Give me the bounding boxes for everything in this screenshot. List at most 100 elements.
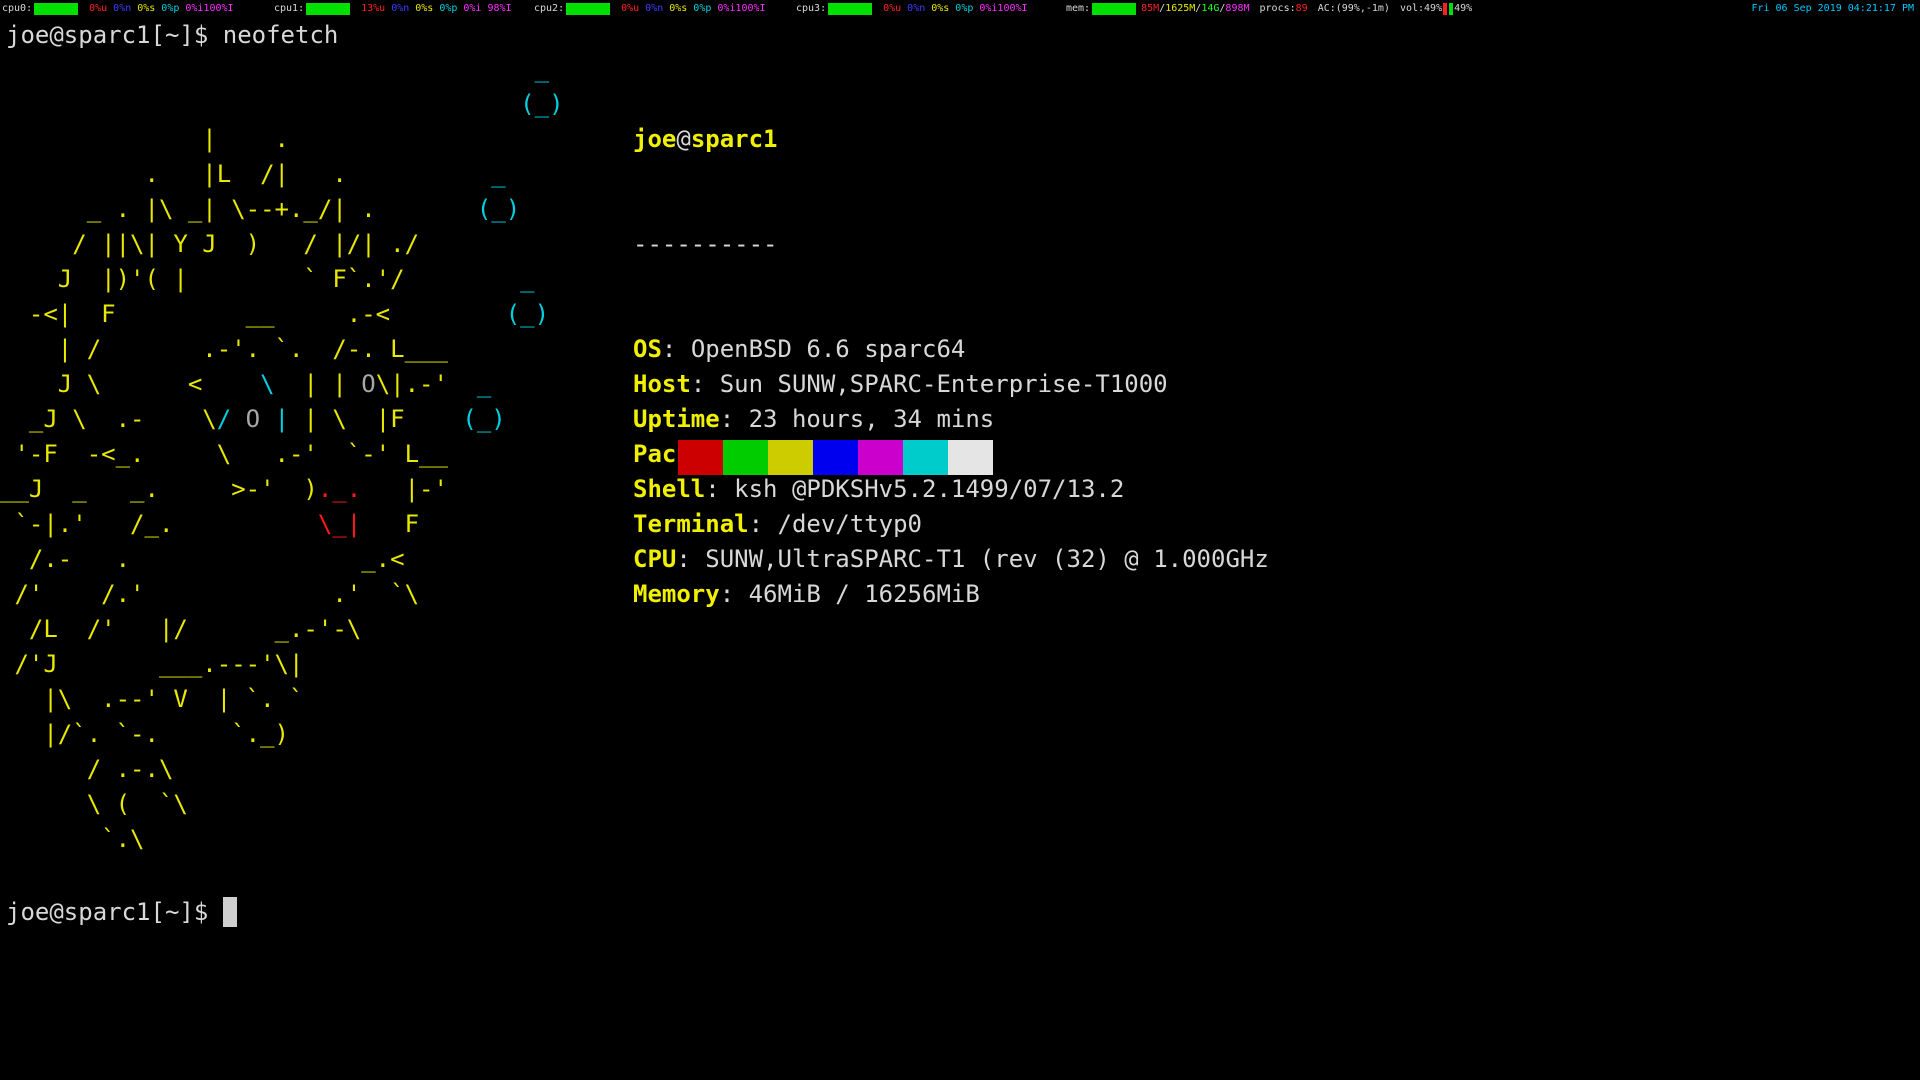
ascii-art-segment: \_| [317, 510, 362, 538]
vol-left: 49% [1424, 3, 1443, 14]
cpu-user: 0%u [883, 3, 902, 14]
info-colon: : [661, 335, 691, 363]
ascii-art-segment: '-F -<_. \ .-' `-' L__ [0, 440, 448, 468]
prompt-text: joe@sparc1[~]$ [6, 21, 223, 49]
ac-value: (99%,-1m) [1335, 3, 1390, 14]
volume-meter: vol: 49% 49% [1400, 0, 1472, 18]
cpu-user: 13%u [361, 3, 386, 14]
ascii-art-segment: | [274, 405, 290, 433]
hostname: sparc1 [690, 125, 778, 153]
ascii-art-line: / .-.\ [0, 752, 564, 787]
info-key: Shell [633, 475, 706, 503]
info-colon: : [719, 405, 749, 433]
mem-free: 14G [1201, 3, 1220, 14]
color-swatch [813, 440, 858, 475]
info-value: Sun SUNW,SPARC-Enterprise-T1000 [719, 370, 1168, 398]
ascii-art-segment: /L /' |/ _.-'-\ [0, 615, 362, 643]
cpu-usage-bar [306, 3, 351, 15]
info-row-cpu: CPU: SUNW,UltraSPARC-T1 (rev (32) @ 1.00… [633, 542, 1269, 577]
ascii-art-segment: | \ |F [289, 405, 463, 433]
ascii-art-line: | / .-'. `. /-. L___ [0, 332, 564, 367]
ascii-art-segment: F [361, 510, 420, 538]
info-row-os: OS: OpenBSD 6.6 sparc64 [633, 332, 1269, 367]
ascii-art-line: . |L /| . _ [0, 157, 564, 192]
info-colon: : [676, 545, 706, 573]
text-cursor[interactable] [222, 897, 237, 927]
prompt-line-2[interactable]: joe@sparc1[~]$ [6, 897, 237, 927]
cpu-usage-bar [566, 3, 611, 15]
ascii-art-line: -<| F __ .-< (_) [0, 297, 564, 332]
user-host-line: joe@sparc1 [633, 122, 1269, 157]
info-key: Uptime [633, 405, 720, 433]
cpu-spin: 0%p [439, 3, 458, 14]
info-key: OS [633, 335, 662, 363]
color-swatch [948, 440, 993, 475]
procs-meter: procs: 89 [1260, 0, 1308, 18]
cpu-meter: cpu3: 0%u 0%n 0%s 0%p 0%i100%I [796, 0, 1028, 18]
procs-value: 89 [1295, 3, 1308, 14]
mem-cache: 898M [1225, 3, 1250, 14]
ascii-art-line: |\ .--' V | `. ` [0, 682, 564, 717]
ascii-art-line: (_) [0, 87, 563, 122]
volume-bar-right [1449, 3, 1454, 15]
ascii-art-line: | . [0, 122, 564, 157]
prompt-line-1: joe@sparc1[~]$ neofetch [6, 20, 338, 50]
ascii-art-line: /'J ___.---'\| [0, 647, 564, 682]
color-swatch [858, 440, 903, 475]
info-colon: : [719, 580, 749, 608]
username: joe [633, 125, 677, 153]
vol-right: 49% [1454, 3, 1473, 14]
ascii-art-segment [0, 90, 520, 118]
cpu-idle: 0%i100%I [185, 3, 234, 14]
ascii-art-segment: /'J ___.---'\| [0, 650, 304, 678]
clock[interactable]: Fri 06 Sep 2019 04:21:17 PM [1751, 0, 1914, 18]
cpu-spin: 0%p [693, 3, 712, 14]
ascii-art-segment: |\ .--' V | `. ` [0, 685, 304, 713]
info-value: OpenBSD 6.6 sparc64 [690, 335, 966, 363]
cpu-idle: 0%i100%I [979, 3, 1028, 14]
memory-meter: mem: 85M/1625M/14G/898M [1066, 0, 1250, 18]
ascii-art-line: J \ < \ | | O\|.-' _ [0, 367, 564, 402]
ascii-art-segment: \ ( `\ [0, 790, 188, 818]
cpu-user: 0%u [89, 3, 108, 14]
ascii-art-segment: _ [491, 160, 506, 188]
color-swatch [678, 440, 723, 475]
ascii-art-line: _ . |\ _| \--+._/| . (_) [0, 192, 564, 227]
cpu-user: 0%u [621, 3, 640, 14]
info-key: Memory [633, 580, 720, 608]
color-swatch [723, 440, 768, 475]
info-value: 23 hours, 34 mins [748, 405, 995, 433]
ascii-art-segment [0, 55, 535, 83]
ascii-art-segment: __J _ _. >-' ) [0, 475, 318, 503]
ascii-art-line: |/`. `-. `._) [0, 717, 564, 752]
info-value: 46MiB / 16256MiB [748, 580, 980, 608]
command-text: neofetch [222, 21, 339, 49]
cpu-system: 0%s [137, 3, 156, 14]
ascii-art-segment: J |)'( | ` F`.'/ [0, 265, 521, 293]
cpu-meter: cpu2: 0%u 0%n 0%s 0%p 0%i100%I [534, 0, 766, 18]
ascii-art-segment: / ||\| Y J ) / |/| ./ [0, 230, 420, 258]
color-palette [678, 440, 993, 475]
ascii-art-segment: (_) [476, 195, 521, 223]
ascii-art-segment: | | [274, 370, 362, 398]
info-colon: : [748, 510, 778, 538]
cpu-usage-bar [828, 3, 873, 15]
cpu-nice: 0%n [907, 3, 926, 14]
info-key: Terminal [633, 510, 749, 538]
cpu-spin: 0%p [161, 3, 180, 14]
ascii-art-segment: O [361, 370, 376, 398]
memory-usage-bar [1092, 3, 1137, 15]
cpu-nice: 0%n [645, 3, 664, 14]
ac-label: AC: [1317, 3, 1336, 14]
ascii-art-line: \ ( `\ [0, 787, 564, 822]
cpu-spin: 0%p [955, 3, 974, 14]
neofetch-info: joe@sparc1 ---------- OS: OpenBSD 6.6 sp… [633, 52, 1269, 647]
mem-label: mem: [1066, 3, 1091, 14]
ascii-art-segment: J \ < [0, 370, 261, 398]
info-row-memory: Memory: 46MiB / 16256MiB [633, 577, 1269, 612]
ascii-art-segment: | . [0, 125, 289, 153]
info-value: ksh @PDKSHv5.2.1499/07/13.2 [734, 475, 1125, 503]
ascii-art-line: `-|.' /_. \_| F [0, 507, 564, 542]
ascii-art-line: `.\ [0, 822, 564, 857]
ascii-art-segment: |-' [361, 475, 448, 503]
